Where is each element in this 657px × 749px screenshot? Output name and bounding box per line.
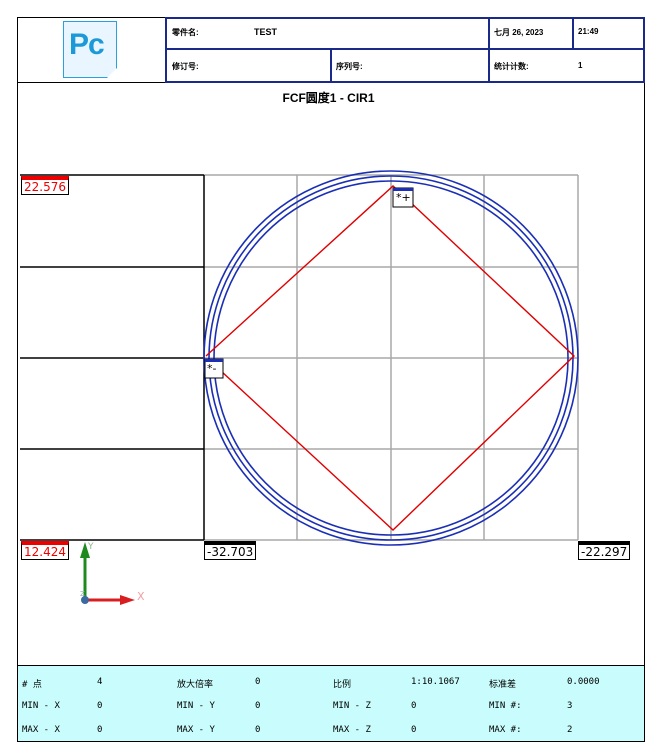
stat-value: 0 [97,725,103,735]
stat-key: MIN #: [489,701,522,711]
plot-grid [20,174,579,541]
x-min-label: -32.703 [204,541,257,560]
min-marker-text: *- [207,362,217,375]
stat-value: 0 [255,725,261,735]
y-axis-letter: Y [87,542,94,552]
stat-key: MIN - Z [333,701,371,711]
stat-key: MAX - Y [177,725,215,735]
stat-key: 放大倍率 [177,680,214,690]
stat-key: MAX #: [489,725,522,735]
stat-value: 1:10.1067 [411,677,460,687]
statistics-panel [17,665,645,742]
x-axis-letter: X [137,590,145,603]
stat-value: 0.0000 [567,677,600,687]
stat-key: 比例 [333,680,352,690]
stat-value: 0 [255,677,261,687]
x-max-label: -22.297 [578,541,631,560]
stat-value: 0 [97,701,103,711]
stat-key: MIN - X [22,701,60,711]
stat-key: MAX - X [22,725,60,735]
stat-key: # 点 [22,680,42,690]
y-min-label: 12.424 [21,541,69,560]
stat-value: 0 [411,701,417,711]
stat-value: 2 [567,725,573,735]
roundness-plot: *+ *- Y X Z [20,170,579,605]
stat-value: 0 [255,701,261,711]
z-axis-letter: Z [80,590,85,598]
stat-value: 3 [567,701,573,711]
stat-key: 标准差 [489,680,517,690]
max-marker-text: *+ [396,191,411,204]
stat-value: 4 [97,677,103,687]
stat-key: MAX - Z [333,725,371,735]
stat-value: 0 [411,725,417,735]
y-max-label: 22.576 [21,176,69,195]
stat-key: MIN - Y [177,701,215,711]
